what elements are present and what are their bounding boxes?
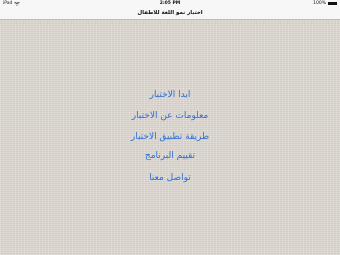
battery-percent: 100% bbox=[313, 1, 326, 6]
status-time: 2:05 PM bbox=[159, 1, 181, 6]
menu-item-start-test[interactable]: ابدا الاختبار bbox=[0, 90, 340, 100]
navigation-bar: اختبار نمو اللغة للاطفال bbox=[0, 7, 340, 20]
menu-item-rate-app[interactable]: تقييم البرنامج bbox=[0, 151, 340, 161]
menu-item-about-test[interactable]: معلومات عن الاختبار bbox=[0, 111, 340, 121]
page-title: اختبار نمو اللغة للاطفال bbox=[137, 9, 203, 16]
status-bar: iPad 2:05 PM 100% bbox=[0, 0, 340, 7]
menu-item-how-to-apply[interactable]: طريقة تطبيق الاختبار bbox=[0, 132, 340, 142]
status-right: 100% bbox=[313, 1, 337, 6]
battery-fill bbox=[329, 3, 336, 4]
menu-item-contact-us[interactable]: تواصل معنا bbox=[0, 173, 340, 183]
battery-icon bbox=[328, 1, 337, 6]
